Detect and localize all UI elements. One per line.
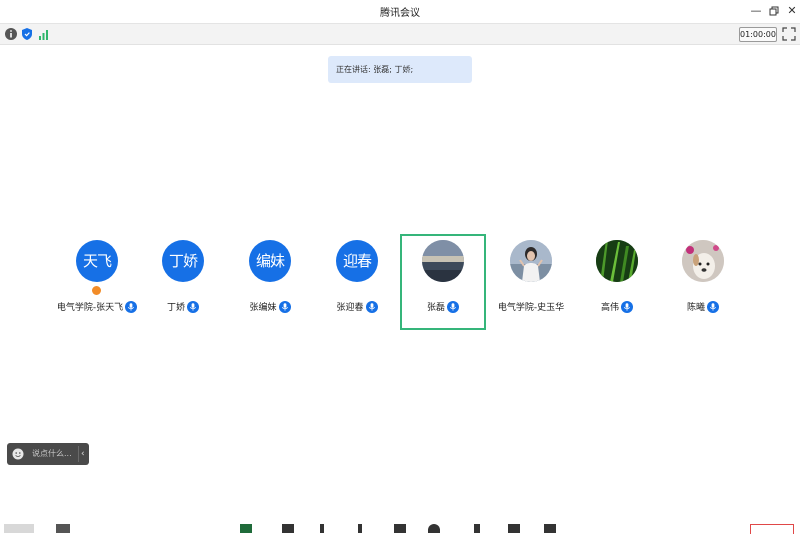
avatar: 迎春	[336, 240, 378, 282]
security-button[interactable]	[282, 524, 294, 533]
close-button[interactable]: ✕	[784, 3, 800, 19]
title-bar: 腾讯会议 — ✕	[0, 0, 800, 24]
participant-name: 张磊	[426, 303, 445, 313]
raise-hand-icon	[91, 285, 102, 296]
video-button[interactable]	[56, 524, 70, 533]
invite-button[interactable]	[358, 524, 362, 533]
participant-name: 张编妹	[249, 303, 277, 313]
avatar: 丁娇	[162, 240, 204, 282]
bottom-toolbar	[0, 520, 800, 534]
participant-tile[interactable]: 陈曦	[660, 234, 746, 330]
avatar-initials: 迎春	[342, 252, 372, 270]
restore-icon	[769, 6, 779, 16]
avatar-photo-sea	[422, 240, 464, 282]
chevron-left-icon[interactable]: ‹	[81, 443, 85, 465]
avatar-initials: 丁娇	[168, 252, 198, 270]
info-icon[interactable]	[4, 27, 18, 41]
members-button[interactable]	[320, 524, 324, 533]
emoji-icon[interactable]	[12, 448, 24, 460]
avatar: 天飞	[76, 240, 118, 282]
mute-button[interactable]	[4, 524, 34, 533]
record-button[interactable]	[428, 524, 440, 533]
chat-input[interactable]: 说点什么... ‹	[7, 443, 89, 465]
minimize-button[interactable]: —	[748, 3, 764, 19]
avatar-photo-person	[510, 240, 552, 282]
participant-name: 高伟	[600, 303, 619, 313]
window-title: 腾讯会议	[380, 8, 420, 19]
avatar-photo-grass	[596, 240, 638, 282]
meeting-info-bar: 01:00:00	[0, 24, 800, 45]
participant-list: 天飞 电气学院-张天飞 丁娇 丁娇 编妹 张编妹 迎春 张迎春 张磊 电气学院-…	[0, 234, 800, 330]
signal-icon[interactable]	[37, 27, 51, 41]
divider	[78, 446, 79, 462]
meeting-timer: 01:00:00	[739, 27, 777, 42]
chat-button[interactable]	[394, 524, 406, 533]
avatar-photo-dog	[682, 240, 724, 282]
fullscreen-icon[interactable]	[782, 27, 796, 41]
avatar-initials: 天飞	[82, 252, 112, 270]
settings-button[interactable]	[544, 524, 556, 533]
restore-button[interactable]	[766, 3, 782, 19]
speaking-banner: 正在讲话: 张磊; 丁娇;	[328, 56, 472, 83]
participant-name: 丁娇	[166, 303, 185, 313]
avatar-initials: 编妹	[255, 252, 285, 270]
participant-name: 陈曦	[686, 303, 705, 313]
participant-name: 张迎春	[336, 303, 364, 313]
microphone-icon[interactable]	[707, 300, 719, 313]
layout-button[interactable]	[508, 524, 520, 533]
chat-placeholder: 说点什么...	[32, 449, 72, 458]
apps-button[interactable]	[474, 524, 480, 533]
shield-icon[interactable]	[20, 27, 34, 41]
avatar: 编妹	[249, 240, 291, 282]
share-screen-button[interactable]	[240, 524, 252, 533]
